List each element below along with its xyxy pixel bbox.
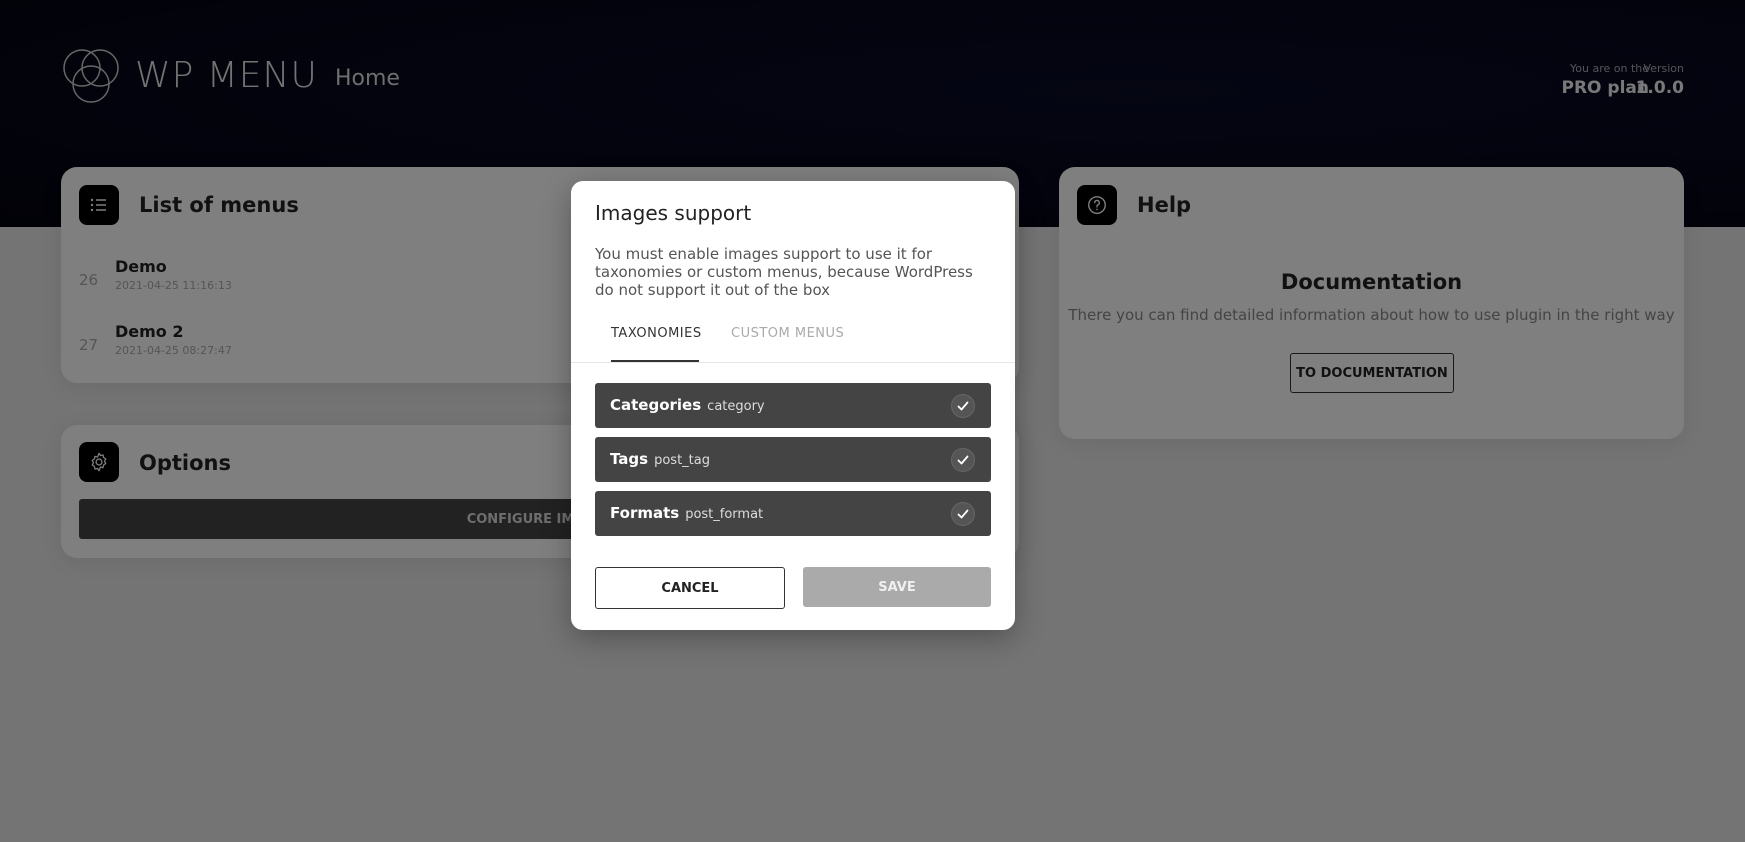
taxonomy-name: Tags post_tag [610, 450, 710, 468]
taxonomy-name: Formats post_format [610, 504, 763, 522]
taxonomy-row-tags[interactable]: Tags post_tag [595, 437, 991, 482]
checkmark-icon[interactable] [951, 502, 975, 526]
modal-title: Images support [595, 201, 752, 225]
taxonomy-label: Categories [610, 396, 702, 414]
checkmark-icon[interactable] [951, 394, 975, 418]
modal-tabs: TAXONOMIES CUSTOM MENUS [571, 312, 1015, 363]
taxonomy-label: Tags [610, 450, 649, 468]
images-support-modal: Images support You must enable images su… [571, 181, 1015, 630]
taxonomy-label: Formats [610, 504, 680, 522]
tab-custom-menus[interactable]: CUSTOM MENUS [731, 326, 844, 341]
save-button[interactable]: SAVE [803, 567, 991, 607]
taxonomy-row-categories[interactable]: Categories category [595, 383, 991, 428]
taxonomy-slug: category [707, 399, 765, 414]
modal-description: You must enable images support to use it… [595, 245, 973, 299]
tab-taxonomies[interactable]: TAXONOMIES [611, 326, 702, 341]
active-tab-indicator [611, 360, 699, 362]
taxonomy-row-formats[interactable]: Formats post_format [595, 491, 991, 536]
taxonomy-slug: post_format [685, 507, 764, 522]
taxonomy-slug: post_tag [654, 453, 710, 468]
cancel-button[interactable]: CANCEL [595, 567, 785, 609]
checkmark-icon[interactable] [951, 448, 975, 472]
taxonomy-name: Categories category [610, 396, 765, 414]
